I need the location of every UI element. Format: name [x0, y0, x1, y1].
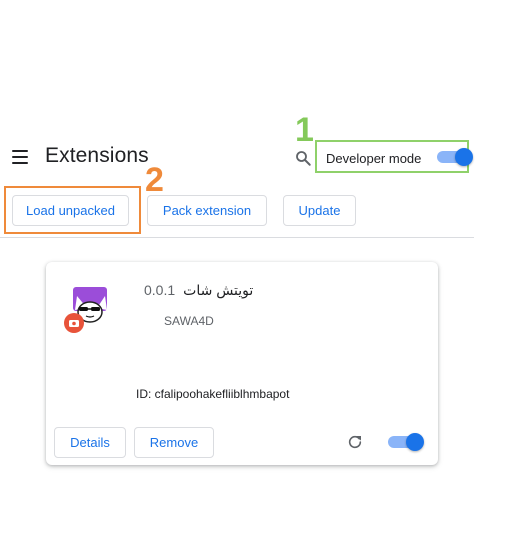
extension-card: 0.0.1 تويتش شات SAWA4D ID: cfalipoohakefl… — [46, 262, 438, 465]
details-button[interactable]: Details — [54, 427, 126, 458]
search-icon[interactable] — [294, 149, 312, 167]
reload-icon[interactable] — [347, 434, 363, 450]
extension-logo-icon — [64, 287, 107, 333]
extension-author: SAWA4D — [164, 314, 214, 328]
developer-mode-label: Developer mode — [326, 151, 422, 166]
pack-extension-button[interactable]: Pack extension — [147, 195, 267, 226]
extension-id: ID: cfalipoohakefliiblhmbapot — [136, 387, 290, 401]
toolbar-divider — [0, 237, 474, 238]
extension-version: 0.0.1 — [144, 282, 176, 298]
remove-button[interactable]: Remove — [134, 427, 214, 458]
extensions-page: Extensions 1 Developer mode 2 Load unpac… — [0, 0, 532, 550]
extension-title: تويتش شات — [183, 282, 254, 298]
developer-mode-toggle[interactable] — [437, 148, 473, 166]
page-title: Extensions — [45, 144, 149, 167]
extension-enable-toggle[interactable] — [388, 433, 424, 451]
annotation-step-1: 1 — [295, 111, 314, 149]
load-unpacked-button[interactable]: Load unpacked — [12, 195, 129, 226]
extension-name: 0.0.1 تويتش شات — [144, 282, 253, 299]
hamburger-menu-icon[interactable] — [12, 150, 28, 164]
annotation-step-2: 2 — [145, 161, 164, 199]
developer-mode-highlight: Developer mode — [315, 140, 473, 173]
update-button[interactable]: Update — [283, 195, 356, 226]
